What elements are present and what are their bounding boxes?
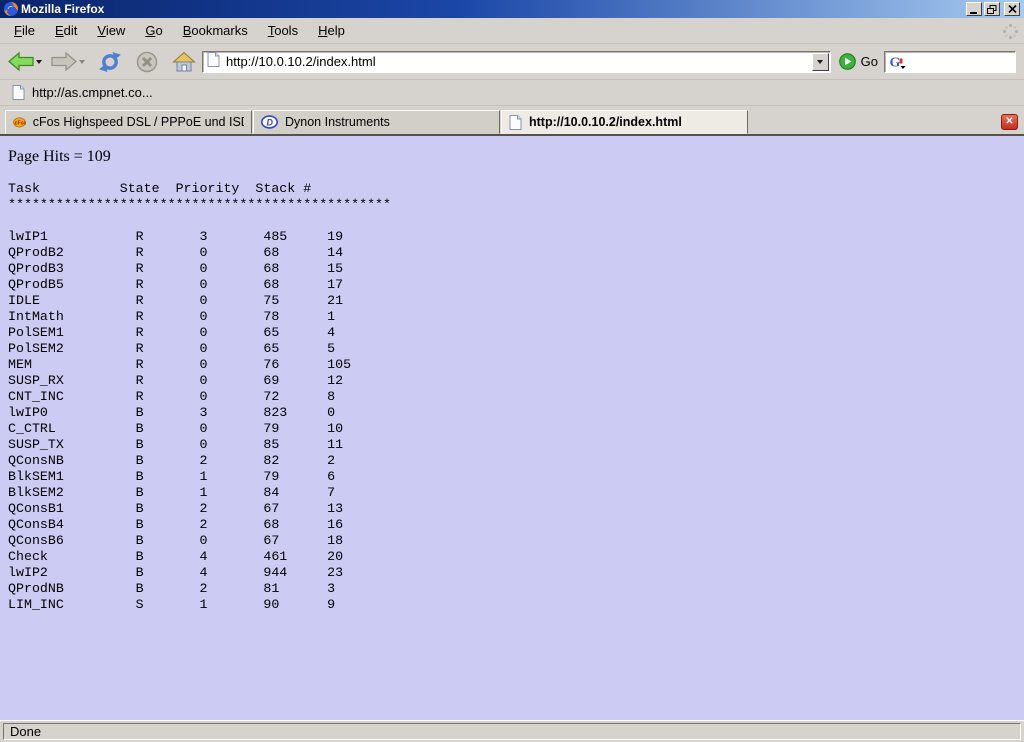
close-window-button[interactable] — [1004, 2, 1020, 16]
page-icon — [509, 115, 522, 130]
tab-current[interactable]: http://10.0.10.2/index.html — [501, 110, 748, 134]
stop-icon — [135, 50, 159, 74]
task-row: QProdB3 R 0 68 15 — [8, 261, 1024, 277]
task-row: IDLE R 0 75 21 — [8, 293, 1024, 309]
url-bar[interactable]: http://10.0.10.2/index.html — [202, 51, 831, 73]
url-input[interactable]: http://10.0.10.2/index.html — [226, 54, 812, 69]
url-dropdown-button[interactable] — [812, 53, 829, 71]
throbber-icon — [1002, 23, 1019, 40]
google-search-icon: G — [888, 53, 907, 70]
task-row: lwIP2 B 4 944 23 — [8, 565, 1024, 581]
task-row: Check B 4 461 20 — [8, 549, 1024, 565]
task-row: QProdB2 R 0 68 14 — [8, 245, 1024, 261]
page-content: Page Hits = 109 Task State Priority Stac… — [0, 136, 1024, 720]
menu-tools[interactable]: Tools — [258, 20, 308, 41]
go-button[interactable]: Go — [839, 53, 878, 70]
search-box[interactable]: G — [884, 51, 1016, 73]
firefox-logo-icon — [3, 1, 19, 17]
task-row: lwIP1 R 3 485 19 — [8, 229, 1024, 245]
task-row: PolSEM2 R 0 65 5 — [8, 341, 1024, 357]
cfos-icon: cFos — [13, 114, 26, 130]
task-row: SUSP_TX B 0 85 11 — [8, 437, 1024, 453]
task-row: QConsB6 B 0 67 18 — [8, 533, 1024, 549]
svg-text:D: D — [267, 118, 274, 128]
bookmarks-toolbar: http://as.cmpnet.co... — [0, 80, 1024, 106]
svg-text:G: G — [890, 56, 901, 71]
close-tab-button[interactable]: ✕ — [1001, 114, 1018, 130]
reload-button[interactable] — [98, 50, 122, 74]
table-blank-line — [8, 213, 1024, 229]
task-row: QProdNB B 2 81 3 — [8, 581, 1024, 597]
task-row: LIM_INC S 1 90 9 — [8, 597, 1024, 613]
tab-cfos[interactable]: cFos cFos Highspeed DSL / PPPoE und ISDN… — [5, 110, 252, 134]
reload-icon — [98, 50, 122, 74]
home-button[interactable] — [172, 50, 196, 73]
dynon-icon: D — [261, 115, 278, 129]
task-row: QConsNB B 2 82 2 — [8, 453, 1024, 469]
task-row: QConsB1 B 2 67 13 — [8, 501, 1024, 517]
task-table: Task State Priority Stack #*************… — [8, 181, 1024, 613]
navigation-toolbar: http://10.0.10.2/index.html Go G — [0, 44, 1024, 80]
stop-button[interactable] — [135, 50, 159, 74]
go-label: Go — [861, 54, 878, 69]
page-icon — [207, 52, 220, 72]
menubar: File Edit View Go Bookmarks Tools Help — [0, 18, 1024, 44]
browser-window: Mozilla Firefox File Edit View Go Bookma… — [0, 0, 1024, 742]
task-row: SUSP_RX R 0 69 12 — [8, 373, 1024, 389]
page-icon — [12, 85, 25, 100]
tab-bar: cFos cFos Highspeed DSL / PPPoE und ISDN… — [0, 106, 1024, 136]
task-row: MEM R 0 76 105 — [8, 357, 1024, 373]
task-row: CNT_INC R 0 72 8 — [8, 389, 1024, 405]
menu-help[interactable]: Help — [308, 20, 355, 41]
chevron-down-icon — [817, 60, 823, 67]
tab-label: cFos Highspeed DSL / PPPoE und ISDN CAP.… — [33, 115, 244, 129]
bookmark-item[interactable]: http://as.cmpnet.co... — [8, 83, 157, 102]
table-separator: ****************************************… — [8, 197, 1024, 213]
task-row: QProdB5 R 0 68 17 — [8, 277, 1024, 293]
minimize-icon — [969, 5, 979, 14]
window-title: Mozilla Firefox — [21, 0, 966, 18]
forward-dropdown-button[interactable] — [79, 60, 85, 67]
minimize-button[interactable] — [966, 2, 982, 16]
task-row: IntMath R 0 78 1 — [8, 309, 1024, 325]
menu-file[interactable]: File — [4, 20, 45, 41]
menu-bookmarks[interactable]: Bookmarks — [173, 20, 258, 41]
tab-dynon[interactable]: D Dynon Instruments — [253, 110, 500, 134]
forward-arrow-icon — [51, 51, 77, 72]
svg-text:cFos: cFos — [15, 120, 26, 126]
table-header: Task State Priority Stack # — [8, 181, 1024, 197]
close-icon — [1008, 5, 1017, 13]
task-row: C_CTRL B 0 79 10 — [8, 421, 1024, 437]
back-dropdown-button[interactable] — [36, 60, 42, 67]
go-icon — [839, 53, 856, 70]
menu-view[interactable]: View — [87, 20, 135, 41]
window-controls — [966, 2, 1022, 16]
restore-button[interactable] — [984, 2, 1000, 16]
status-bar: Done — [0, 720, 1024, 742]
back-button[interactable] — [8, 51, 34, 72]
task-row: QConsB4 B 2 68 16 — [8, 517, 1024, 533]
restore-icon — [987, 5, 997, 14]
titlebar: Mozilla Firefox — [0, 0, 1024, 18]
table-rows: lwIP1 R 3 485 19QProdB2 R 0 68 14QProdB3… — [8, 229, 1024, 613]
task-row: BlkSEM1 B 1 79 6 — [8, 469, 1024, 485]
bookmark-label: http://as.cmpnet.co... — [32, 85, 153, 100]
back-arrow-icon — [8, 51, 34, 72]
page-hits-text: Page Hits = 109 — [8, 148, 1024, 166]
tab-label: Dynon Instruments — [285, 115, 390, 129]
status-text: Done — [3, 723, 1021, 740]
menu-go[interactable]: Go — [135, 20, 172, 41]
home-icon — [172, 50, 196, 73]
menu-edit[interactable]: Edit — [45, 20, 87, 41]
task-row: PolSEM1 R 0 65 4 — [8, 325, 1024, 341]
tab-label: http://10.0.10.2/index.html — [529, 115, 682, 129]
task-row: lwIP0 B 3 823 0 — [8, 405, 1024, 421]
forward-button[interactable] — [51, 51, 77, 72]
task-row: BlkSEM2 B 1 84 7 — [8, 485, 1024, 501]
